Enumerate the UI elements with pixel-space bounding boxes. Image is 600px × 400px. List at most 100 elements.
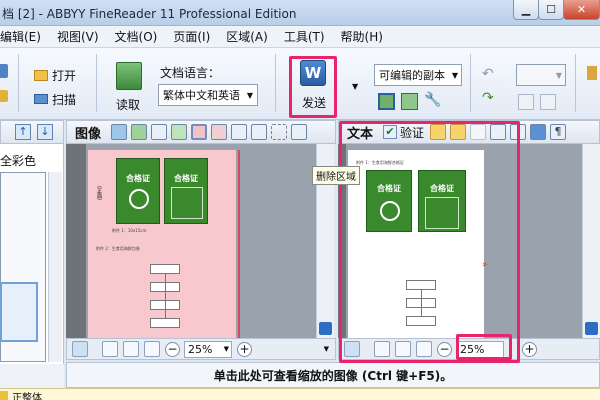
collapse-up-icon[interactable] (344, 341, 360, 357)
fit-width-icon[interactable] (123, 341, 139, 357)
selected-thumbnail[interactable] (0, 282, 38, 342)
analyze-icon[interactable] (111, 124, 128, 140)
layout-icon-2[interactable] (401, 93, 418, 110)
send-format-value: 可编辑的副本 (379, 69, 445, 82)
bold-icon[interactable] (518, 94, 534, 110)
text-area-icon[interactable] (131, 124, 148, 140)
main-toolbar: 打开 扫描 读取 文档语言： 繁体中文和英语 ▼ W 发送 ▼ 可编辑的副本 ▼… (0, 48, 600, 120)
send-button[interactable]: W 发送 (294, 56, 334, 114)
view-icon[interactable] (291, 124, 308, 140)
cut-icon[interactable] (470, 124, 487, 140)
open-label: 打开 (52, 68, 77, 83)
image-tool-icon[interactable] (191, 124, 208, 140)
menu-edit[interactable]: 编辑(E) (0, 28, 41, 45)
chevron-down-icon: ▼ (555, 70, 562, 80)
doc-lang-label: 文档语言： (160, 66, 221, 80)
fit-height-icon[interactable] (144, 341, 160, 357)
fit-width-icon[interactable] (395, 341, 411, 357)
menu-document[interactable]: 文档(O) (115, 28, 158, 45)
scanner-icon (34, 94, 48, 104)
chevron-down-icon: ▼ (323, 345, 329, 353)
wrench-icon[interactable]: 🔧 (424, 92, 441, 108)
select-area-icon[interactable] (271, 124, 288, 140)
paste-icon[interactable] (510, 124, 527, 140)
menu-help[interactable]: 帮助(H) (341, 28, 383, 45)
text-zoom-value: 25% (460, 342, 485, 356)
flow-box-1 (150, 264, 180, 274)
move-up-icon[interactable]: ↑ (15, 124, 31, 140)
cert-title-right: 合格证 (174, 174, 198, 183)
folder-icon (34, 69, 48, 81)
grid-tool-icon[interactable] (231, 124, 248, 140)
left-gutter (66, 144, 86, 340)
paragraph-icon[interactable]: ¶ (550, 124, 567, 140)
scroll-top-icon[interactable] (319, 322, 332, 335)
chevron-down-icon: ▼ (246, 90, 253, 100)
scan-button[interactable]: 扫描 (34, 90, 84, 108)
zoom-out-icon[interactable]: − (437, 341, 452, 357)
cert-form-right (171, 187, 203, 219)
text-panel-title: 文本 (347, 126, 374, 142)
maximize-button[interactable]: ☐ (538, 0, 564, 20)
close-button[interactable]: ✕ (563, 0, 600, 20)
layout-icon-1[interactable] (378, 93, 395, 110)
text-panel-scrollbar[interactable] (582, 144, 600, 340)
next-error-icon[interactable] (450, 124, 467, 140)
new-doc-icon[interactable] (0, 64, 8, 78)
image-zoom-input[interactable]: 25% ▼ (184, 340, 232, 358)
status-text: 正整体 (12, 393, 42, 400)
italic-icon[interactable] (540, 94, 556, 110)
open-doc-icon[interactable] (0, 90, 8, 102)
font-size-select[interactable]: ▼ (516, 64, 566, 86)
undo-icon[interactable]: ↶ (482, 66, 494, 82)
status-icon (0, 391, 8, 400)
text-zoom-bar: − 25% + (338, 338, 600, 360)
menu-page[interactable]: 页面(I) (173, 28, 210, 45)
redo-icon[interactable]: ↷ (482, 90, 494, 106)
pages-scrollbar[interactable] (48, 172, 62, 362)
text-tool-icon[interactable] (171, 124, 188, 140)
zoom-in-icon[interactable]: + (522, 341, 537, 357)
image-panel-header: 图像 (66, 120, 336, 144)
cert-title-left: 合格证 (126, 174, 150, 183)
certificate-card-right: 合格证 (164, 158, 208, 224)
collapse-up-icon[interactable] (72, 341, 88, 357)
zoom-hint-bar[interactable]: 单击此处可查看缩放的图像 (Ctrl 键+F5)。 (66, 362, 600, 388)
move-down-icon[interactable]: ↓ (37, 124, 53, 140)
eraser-icon[interactable] (251, 124, 268, 140)
text-zoom-input[interactable]: 25% (456, 340, 504, 358)
verify-button[interactable]: ✔ 验证 (383, 124, 424, 141)
menu-view[interactable]: 视图(V) (57, 28, 99, 45)
left-bottom-area (0, 364, 64, 388)
table-tool-icon[interactable] (211, 124, 228, 140)
fit-page-icon[interactable] (102, 341, 118, 357)
zoom-in-icon[interactable]: + (237, 341, 252, 357)
picture-area-icon[interactable] (151, 124, 168, 140)
doc-lang-select[interactable]: 繁体中文和英语 ▼ (158, 84, 258, 106)
bookmark-icon[interactable] (587, 66, 597, 80)
compare-icon[interactable] (530, 124, 547, 140)
fit-height-icon[interactable] (416, 341, 432, 357)
pages-panel: 全彩色 (0, 144, 64, 364)
scan-label: 扫描 (52, 92, 77, 107)
send-dropdown-arrow[interactable]: ▼ (352, 82, 358, 91)
prev-error-icon[interactable] (430, 124, 447, 140)
flow-line (165, 274, 166, 318)
chart-caption: 附件 2：生食用海鲜包装 (96, 246, 140, 251)
minimize-button[interactable]: ▁ (513, 0, 539, 20)
maximize-icon: ☐ (546, 3, 556, 16)
status-bar: 正整体 (0, 388, 600, 400)
scroll-top-icon[interactable] (585, 322, 598, 335)
text-panel-header: 文本 ✔ 验证 ¶ (338, 120, 600, 144)
menu-area[interactable]: 区域(A) (226, 28, 268, 45)
read-button[interactable]: 读取 (108, 60, 148, 114)
zoom-out-icon[interactable]: − (165, 341, 180, 357)
fit-page-icon[interactable] (374, 341, 390, 357)
menu-tools[interactable]: 工具(T) (284, 28, 325, 45)
copy-icon[interactable] (490, 124, 507, 140)
send-format-select[interactable]: 可编辑的副本 ▼ (374, 64, 462, 86)
open-button[interactable]: 打开 (34, 66, 84, 84)
image-panel-canvas: (正面) 合格证 合格证 附件 1：10x15cm 附件 2：生食用海鲜包装 删… (66, 144, 360, 340)
flow-box-4 (150, 318, 180, 328)
verify-label: 验证 (400, 125, 425, 140)
